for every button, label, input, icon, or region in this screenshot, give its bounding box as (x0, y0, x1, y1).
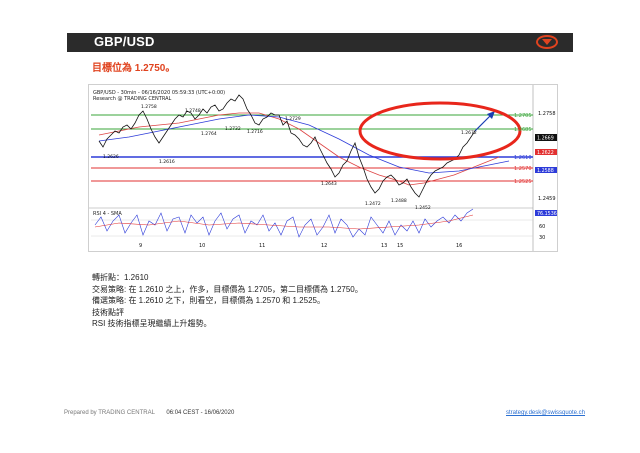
axis-label: 1.2758 (538, 111, 556, 117)
prepared-by: Prepared by TRADING CENTRAL (64, 410, 155, 416)
contact-email-link[interactable]: strategy.desk@swissquote.ch (506, 410, 585, 416)
level-label: 1.2525 (514, 179, 532, 185)
pivot-point: 轉折點：1.2610 (92, 273, 149, 282)
level-label: 1.2570 (514, 166, 532, 172)
footer-timestamp: 06:04 CEST - 16/06/2020 (166, 410, 235, 416)
chart-source: Research @ TRADING CENTRAL (93, 96, 172, 102)
x-axis-label: 15 (397, 243, 403, 249)
annotation-label: 1.2729 (285, 116, 301, 122)
annotation-label: 1.2672 (461, 130, 477, 136)
alternative-strategy: 備選策略: 在 1.2610 之下，則看空，目標價為 1.2570 和 1.25… (92, 296, 325, 305)
rsi-sma-line (94, 214, 474, 230)
page-header: GBP/USD (67, 33, 573, 52)
target-headline: 目標位為 1.2750。 (92, 63, 176, 74)
level-label: 1.2705 (514, 113, 532, 119)
price-badge-text: 1.2669 (537, 136, 554, 142)
annotation-label: 1.2764 (201, 131, 217, 137)
level-label: 1.2685 (514, 127, 532, 133)
annotation-label: 1.2732 (225, 126, 241, 132)
x-axis-label: 10 (199, 243, 205, 249)
dropdown-button[interactable] (536, 35, 558, 49)
annotation-label: 1.2472 (365, 201, 381, 207)
annotation-label: 1.2616 (159, 159, 175, 165)
x-axis-label: 9 (139, 243, 142, 249)
rsi-tick: 60 (539, 224, 545, 230)
level-label: 1.2610 (514, 155, 532, 161)
price-chart: GBP/USD - 30min - 06/16/2020 05:59:33 (U… (88, 84, 558, 252)
annotation-label: 1.2626 (103, 154, 119, 160)
annotation-label: 1.2716 (247, 129, 263, 135)
annotation-label: 1.2643 (321, 181, 337, 187)
analysis-block: 轉折點：1.2610 交易策略: 在 1.2610 之上，作多，目標價為 1.2… (92, 272, 363, 330)
trading-strategy: 交易策略: 在 1.2610 之上，作多，目標價為 1.2705，第二目標價為 … (92, 284, 363, 294)
x-axis-label: 16 (456, 243, 462, 249)
price-line (98, 94, 476, 198)
axis-label: 1.2459 (538, 196, 556, 202)
comment-title: 技術點評 (92, 307, 124, 317)
rsi-line (94, 208, 474, 238)
rsi-tick: 30 (539, 235, 545, 241)
ma-badge-text: 1.2622 (537, 150, 554, 156)
annotation-label: 1.2758 (141, 104, 157, 110)
chart-svg: GBP/USD - 30min - 06/16/2020 05:59:33 (U… (89, 85, 557, 251)
technical-comment: RSI 技術指標呈現繼續上升趨勢。 (92, 319, 212, 328)
annotation-label: 1.2452 (415, 205, 431, 211)
rsi-badge-text: 76.1536 (537, 211, 557, 217)
highlight-ellipse (358, 101, 522, 161)
chevron-down-icon (542, 39, 552, 45)
ma-fast-line (98, 112, 500, 186)
footer-info: Prepared by TRADING CENTRAL 06:04 CEST -… (64, 410, 234, 416)
annotation-label: 1.2488 (391, 198, 407, 204)
page-title: GBP/USD (94, 34, 155, 49)
x-axis-label: 13 (381, 243, 387, 249)
annotation-label: 1.2748 (185, 108, 201, 114)
ma-badge-text: 1.2588 (537, 168, 554, 174)
x-axis-label: 11 (259, 243, 265, 249)
x-axis-label: 12 (321, 243, 327, 249)
